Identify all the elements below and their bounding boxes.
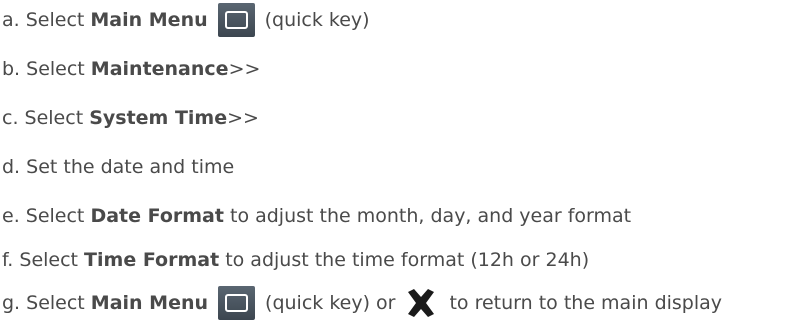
step-prefix: f. Select (2, 249, 85, 271)
step-suffix: >> (227, 107, 259, 129)
step-bold-label: Maintenance (90, 58, 229, 80)
step-bold-label: Main Menu (90, 292, 209, 314)
step-bold-label: System Time (89, 107, 228, 129)
step-text: d. Set the date and time (2, 156, 235, 178)
list-item: e. Select Date Format to adjust the mont… (2, 199, 631, 233)
step-suffix: to adjust the time format (12h or 24h) (219, 249, 590, 271)
list-item: g. Select Main Menu (quick key) or to ret… (2, 286, 722, 320)
main-menu-key-icon (218, 286, 256, 320)
close-x-icon (408, 289, 435, 317)
step-prefix: a. Select (2, 9, 91, 31)
list-item: a. Select Main Menu (quick key) (2, 3, 370, 37)
instruction-list: a. Select Main Menu (quick key) b. Select… (0, 0, 794, 322)
list-item: b. Select Maintenance >> (2, 52, 260, 86)
step-prefix: c. Select (2, 107, 90, 129)
step-bold-label: Date Format (90, 205, 224, 227)
step-bold-label: Main Menu (90, 9, 208, 31)
step-suffix: to adjust the month, day, and year forma… (223, 205, 632, 227)
step-prefix: b. Select (2, 58, 91, 80)
list-item: d. Set the date and time (2, 150, 234, 184)
list-item: f. Select Time Format to adjust the time… (2, 243, 589, 277)
step-bold-label: Time Format (84, 249, 220, 271)
step-suffix: >> (228, 58, 261, 80)
list-item: c. Select System Time >> (2, 101, 259, 135)
main-menu-key-icon (217, 3, 255, 37)
step-suffix: to return to the main display (449, 292, 723, 314)
step-prefix: g. Select (2, 292, 91, 314)
step-prefix: e. Select (2, 205, 91, 227)
step-suffix: (quick key) (264, 9, 370, 31)
step-middle: (quick key) or (265, 292, 396, 314)
